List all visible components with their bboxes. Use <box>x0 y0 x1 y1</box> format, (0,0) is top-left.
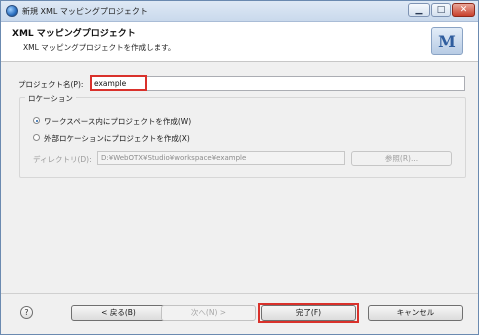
directory-label: ディレクトリ(D): <box>33 155 92 164</box>
close-button[interactable]: ✕ <box>452 3 475 17</box>
location-legend: ロケーション <box>25 93 76 104</box>
banner-description: XML マッピングプロジェクトを作成します。 <box>23 43 176 52</box>
radio-workspace-label[interactable]: ワークスペース内にプロジェクトを作成(W) <box>44 116 191 127</box>
finish-highlight <box>258 303 359 323</box>
radio-external-label[interactable]: 外部ロケーションにプロジェクトを作成(X) <box>44 133 190 144</box>
minimize-icon: ▁ <box>415 5 423 15</box>
wizard-banner: XML マッピングプロジェクト XML マッピングプロジェクトを作成します。 M <box>1 22 478 62</box>
app-icon <box>6 5 18 17</box>
project-name-highlight <box>90 75 147 91</box>
help-icon[interactable]: ? <box>20 306 33 319</box>
maximize-icon: □ <box>436 5 446 15</box>
dialog-window: 新規 XML マッピングプロジェクト ▁ □ ✕ XML マッピングプロジェクト… <box>0 0 479 335</box>
back-button[interactable]: < 戻る(B) <box>71 305 166 321</box>
close-icon: ✕ <box>459 5 468 15</box>
maximize-button[interactable]: □ <box>431 3 451 17</box>
cancel-button[interactable]: キャンセル <box>368 305 463 321</box>
next-button[interactable]: 次へ(N) > <box>161 305 256 321</box>
radio-workspace[interactable] <box>33 117 40 124</box>
browse-button[interactable]: 参照(R)... <box>351 151 452 166</box>
logo-letter: M <box>438 32 456 51</box>
minimize-button[interactable]: ▁ <box>408 3 430 17</box>
banner-title: XML マッピングプロジェクト <box>12 29 136 39</box>
radio-external[interactable] <box>33 134 40 141</box>
project-name-label: プロジェクト名(P): <box>18 80 84 89</box>
xml-mapping-logo-icon: M <box>431 27 463 55</box>
title-bar[interactable]: 新規 XML マッピングプロジェクト ▁ □ ✕ <box>1 1 478 22</box>
window-title: 新規 XML マッピングプロジェクト <box>22 7 148 16</box>
directory-input[interactable]: D:¥WebOTX¥Studio¥workspace¥example <box>97 151 345 165</box>
